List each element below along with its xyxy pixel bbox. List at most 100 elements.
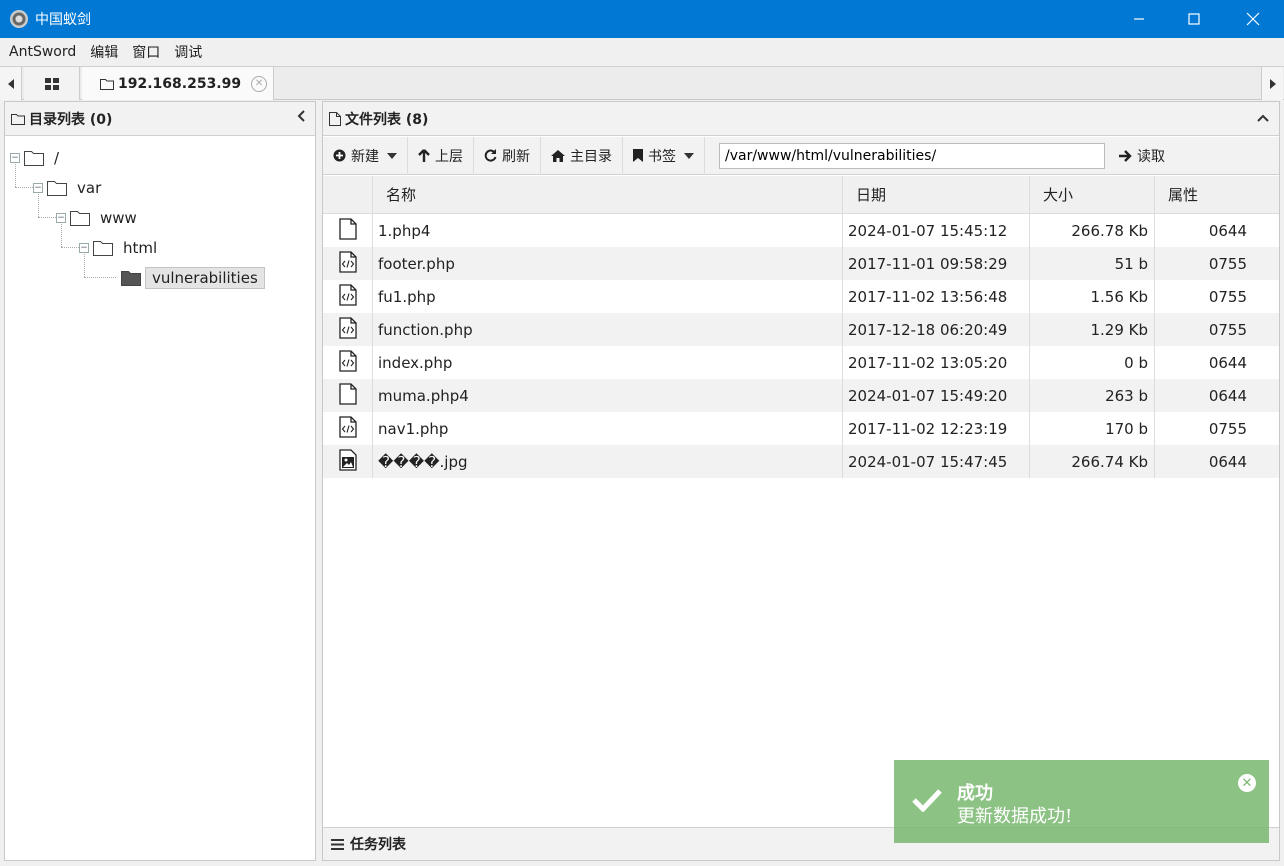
collapse-toggle-icon[interactable]: − [10,153,20,163]
code-file-icon [338,415,357,442]
file-type-cell [323,280,373,313]
code-file-icon [338,349,357,376]
tree-node-root[interactable]: − / [10,146,59,170]
file-row[interactable]: function.php 2017-12-18 06:20:49 1.29 Kb 07… [323,313,1279,346]
up-directory-button[interactable]: 上层 [408,136,474,175]
collapse-toggle-icon[interactable]: − [56,213,66,223]
chevron-left-icon [297,110,305,122]
file-panel: 文件列表 (8) 新建 上层 刷新 主目录 书签 /var/www/html/v… [322,101,1280,861]
folder-icon [47,180,67,196]
file-row[interactable]: ����.jpg 2024-01-07 15:47:45 266.74 Kb 0644 [323,445,1279,478]
file-date: 2017-11-02 13:05:20 [843,346,1030,379]
file-attr: 0755 [1208,287,1247,306]
success-toast: 成功 更新数据成功! ✕ [894,760,1269,843]
antsword-logo-icon [10,10,28,28]
tree-label: html [123,239,158,257]
file-icon [329,111,341,126]
file-row[interactable]: footer.php 2017-11-01 09:58:29 51 b 0755 [323,247,1279,280]
folder-icon [93,240,113,256]
folder-icon [24,150,44,166]
collapse-panel-button[interactable] [297,110,305,126]
menu-antsword[interactable]: AntSword [2,44,83,60]
menu-bar: AntSword 编辑 窗口 调试 [0,38,1284,66]
chevron-up-icon [1257,114,1269,122]
file-date: 2024-01-07 15:49:20 [843,379,1030,412]
code-file-icon [338,316,357,343]
file-panel-header: 文件列表 (8) [323,102,1279,136]
tree-label-selected: vulnerabilities [145,267,265,289]
collapse-toggle-icon[interactable]: − [33,183,43,193]
file-name: index.php [373,346,843,379]
caret-down-icon [684,152,694,159]
file-name: ����.jpg [373,445,843,478]
tab-close-button[interactable]: ✕ [251,75,268,92]
caret-right-icon [1269,78,1276,89]
tree-node-html[interactable]: − html [79,236,157,260]
collapse-toggle-icon[interactable]: − [79,243,89,253]
tree-label: var [77,179,102,197]
file-attr: 0755 [1208,419,1247,438]
column-header-attr[interactable]: 属性 [1155,176,1279,213]
tree-node-var[interactable]: − var [33,176,101,200]
bookmark-icon [633,149,643,162]
file-type-cell [323,346,373,379]
file-grid-body: 1.php4 2024-01-07 15:45:12 266.78 Kb 0644 fo… [323,214,1279,478]
file-name: fu1.php [373,280,843,313]
file-size: 1.56 Kb [1030,280,1155,313]
maximize-button[interactable] [1165,0,1223,38]
file-grid: 名称 日期 大小 属性 1.php4 2024-01-07 15:45:12 266… [323,176,1279,478]
code-file-icon [338,250,357,277]
file-toolbar: 新建 上层 刷新 主目录 书签 读取 [323,136,1279,175]
file-row[interactable]: muma.php4 2024-01-07 15:49:20 263 b 0644 [323,379,1279,412]
file-size: 263 b [1030,379,1155,412]
collapse-file-panel-button[interactable] [1257,110,1269,126]
refresh-icon [484,149,497,162]
bookmark-button[interactable]: 书签 [623,136,705,175]
tab-home[interactable] [24,67,80,100]
file-attr: 0644 [1208,386,1247,405]
tab-shell-session[interactable]: 192.168.253.99 ✕ [82,67,274,100]
close-button[interactable] [1224,0,1282,38]
column-header-size[interactable]: 大小 [1030,176,1155,213]
file-row[interactable]: 1.php4 2024-01-07 15:45:12 266.78 Kb 0644 [323,214,1279,247]
close-icon [1246,12,1260,26]
file-row[interactable]: fu1.php 2017-11-02 13:56:48 1.56 Kb 0755 [323,280,1279,313]
maximize-icon [1188,13,1200,25]
file-row[interactable]: nav1.php 2017-11-02 12:23:19 170 b 0755 [323,412,1279,445]
menu-edit[interactable]: 编辑 [83,42,125,62]
refresh-button[interactable]: 刷新 [474,136,541,175]
file-date: 2017-11-02 13:56:48 [843,280,1030,313]
file-type-cell [323,412,373,445]
file-date: 2024-01-07 15:47:45 [843,445,1030,478]
path-input[interactable] [719,142,1105,169]
new-button[interactable]: 新建 [323,136,408,175]
file-row[interactable]: index.php 2017-11-02 13:05:20 0 b 0644 [323,346,1279,379]
file-type-cell [323,247,373,280]
tab-bar: 192.168.253.99 ✕ [0,66,1284,100]
file-date: 2024-01-07 15:45:12 [843,214,1030,247]
column-header-name[interactable]: 名称 [373,176,843,213]
directory-panel-title: 目录列表 (0) [29,111,113,128]
file-attr: 0644 [1208,353,1247,372]
menu-window[interactable]: 窗口 [125,42,167,62]
read-path-button[interactable]: 读取 [1109,137,1175,175]
arrow-right-icon [1119,149,1132,162]
tree-node-vulnerabilities[interactable]: vulnerabilities [121,266,265,290]
file-type-cell [323,214,373,247]
tree-node-www[interactable]: − www [56,206,137,230]
home-directory-button[interactable]: 主目录 [541,136,623,175]
folder-icon [11,113,25,125]
toast-close-button[interactable]: ✕ [1238,774,1256,792]
plus-circle-icon [333,149,346,162]
column-header-date[interactable]: 日期 [843,176,1030,213]
folder-filled-icon [121,270,141,286]
minimize-button[interactable] [1110,0,1168,38]
menu-debug[interactable]: 调试 [167,42,209,62]
tree-label: www [100,209,137,227]
tab-scroll-right-button[interactable] [1261,67,1283,100]
tab-scroll-left-button[interactable] [0,67,22,100]
tab-label: 192.168.253.99 [118,75,242,92]
file-attr: 0644 [1208,452,1247,471]
task-list-label: 任务列表 [350,837,406,853]
code-file-icon [338,283,357,310]
